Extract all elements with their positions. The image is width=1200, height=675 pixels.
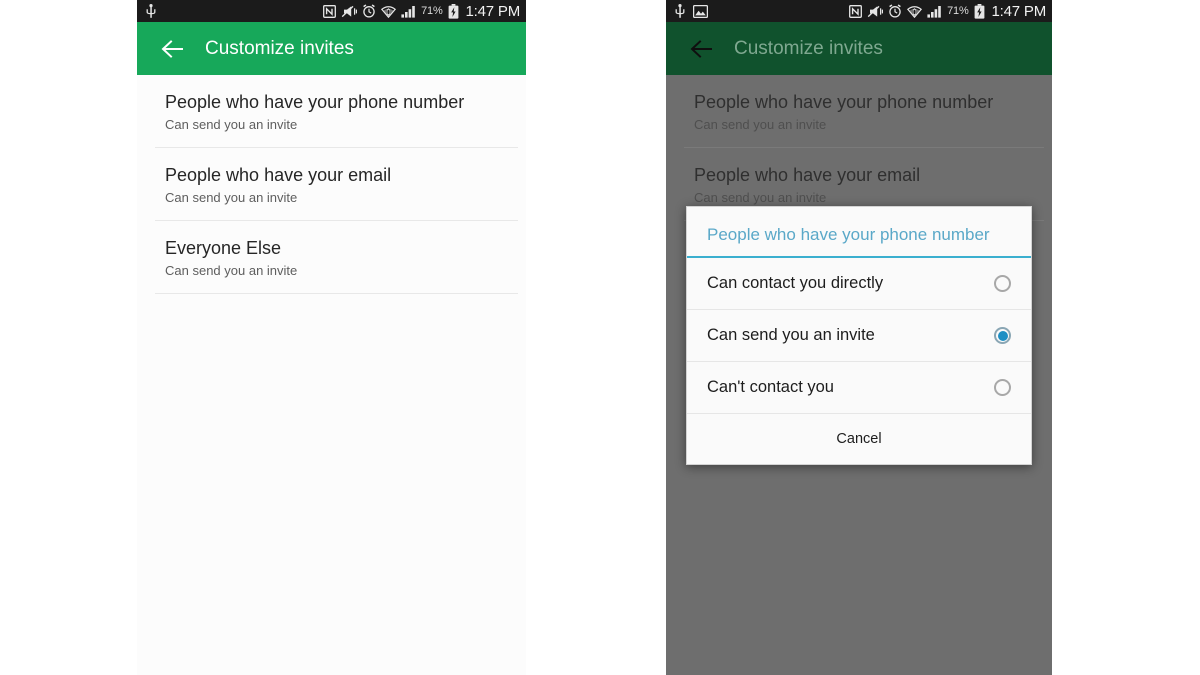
choice-dialog: People who have your phone number Can co… (686, 206, 1032, 465)
list-item-subtitle: Can send you an invite (694, 190, 827, 205)
app-bar-right: Customize invites (666, 22, 1052, 75)
signal-bars-icon (927, 5, 941, 18)
back-arrow-icon[interactable] (155, 31, 191, 67)
list-item-title: Everyone Else (165, 238, 282, 258)
battery-percent-label: 71% (421, 5, 443, 17)
screenshot-stage: 71% 1:47 PM Customize invites People who… (0, 0, 1200, 675)
nfc-icon (323, 4, 337, 18)
list-item-subtitle: Can send you an invite (165, 263, 298, 278)
radio-button-unselected[interactable] (994, 379, 1011, 396)
list-divider (155, 293, 518, 294)
page-title: Customize invites (734, 37, 883, 59)
dialog-option[interactable]: Can send you an invite (687, 310, 1031, 362)
status-bar-left-icons (145, 3, 157, 19)
dialog-title: People who have your phone number (707, 225, 990, 244)
mute-vibrate-icon (867, 5, 884, 17)
list-item-subtitle: Can send you an invite (165, 190, 298, 205)
dialog-option-label: Can send you an invite (707, 326, 875, 344)
list-item-title: People who have your email (694, 165, 921, 185)
list-item-title: People who have your email (165, 165, 392, 185)
status-bar-left: 71% 1:47 PM (137, 0, 526, 22)
app-bar-left: Customize invites (137, 22, 526, 75)
status-bar-right-icons: 71% 1:47 PM (849, 3, 1046, 20)
nfc-icon (849, 4, 863, 18)
mute-vibrate-icon (341, 5, 358, 17)
dialog-title-area: People who have your phone number (687, 207, 1031, 256)
status-bar-right-icons: 71% 1:47 PM (323, 3, 520, 20)
cancel-button-label: Cancel (836, 431, 882, 447)
phone-screen-left: 71% 1:47 PM Customize invites People who… (137, 0, 526, 675)
dialog-option-label: Can't contact you (707, 378, 834, 396)
page-title: Customize invites (205, 37, 354, 59)
radio-button-unselected[interactable] (994, 275, 1011, 292)
dialog-option[interactable]: Can't contact you (687, 362, 1031, 414)
wifi-icon (381, 5, 397, 18)
list-item-title: People who have your phone number (165, 92, 465, 112)
cancel-button[interactable]: Cancel (687, 414, 1031, 464)
alarm-icon (889, 4, 901, 18)
status-bar-clock: 1:47 PM (465, 2, 521, 20)
list-item-title: People who have your phone number (694, 92, 994, 112)
back-arrow-icon[interactable] (684, 31, 720, 67)
list-item[interactable]: People who have your phone number Can se… (137, 75, 526, 147)
battery-percent-label: 71% (947, 5, 969, 17)
dialog-option-label: Can contact you directly (707, 274, 884, 292)
list-item[interactable]: Everyone Else Can send you an invite (137, 221, 526, 293)
list-item-subtitle: Can send you an invite (165, 117, 298, 132)
usb-icon (675, 3, 685, 18)
battery-charging-icon (448, 3, 458, 19)
settings-list-left: People who have your phone number Can se… (137, 75, 526, 294)
status-bar-right: 71% 1:47 PM (666, 0, 1052, 22)
wifi-icon (907, 5, 923, 18)
alarm-icon (363, 4, 375, 18)
radio-button-selected[interactable] (994, 327, 1011, 344)
status-bar-clock: 1:47 PM (991, 2, 1047, 20)
list-item-subtitle: Can send you an invite (694, 117, 827, 132)
phone-screen-right: 71% 1:47 PM Customize invites People who… (666, 0, 1052, 675)
screenshot-image-icon (693, 4, 708, 18)
status-bar-left-icons (674, 3, 708, 19)
battery-charging-icon (974, 3, 984, 19)
list-item: People who have your phone number Can se… (666, 75, 1052, 147)
list-item[interactable]: People who have your email Can send you … (137, 148, 526, 220)
dialog-option[interactable]: Can contact you directly (687, 258, 1031, 310)
signal-bars-icon (401, 5, 415, 18)
usb-icon (146, 3, 156, 18)
